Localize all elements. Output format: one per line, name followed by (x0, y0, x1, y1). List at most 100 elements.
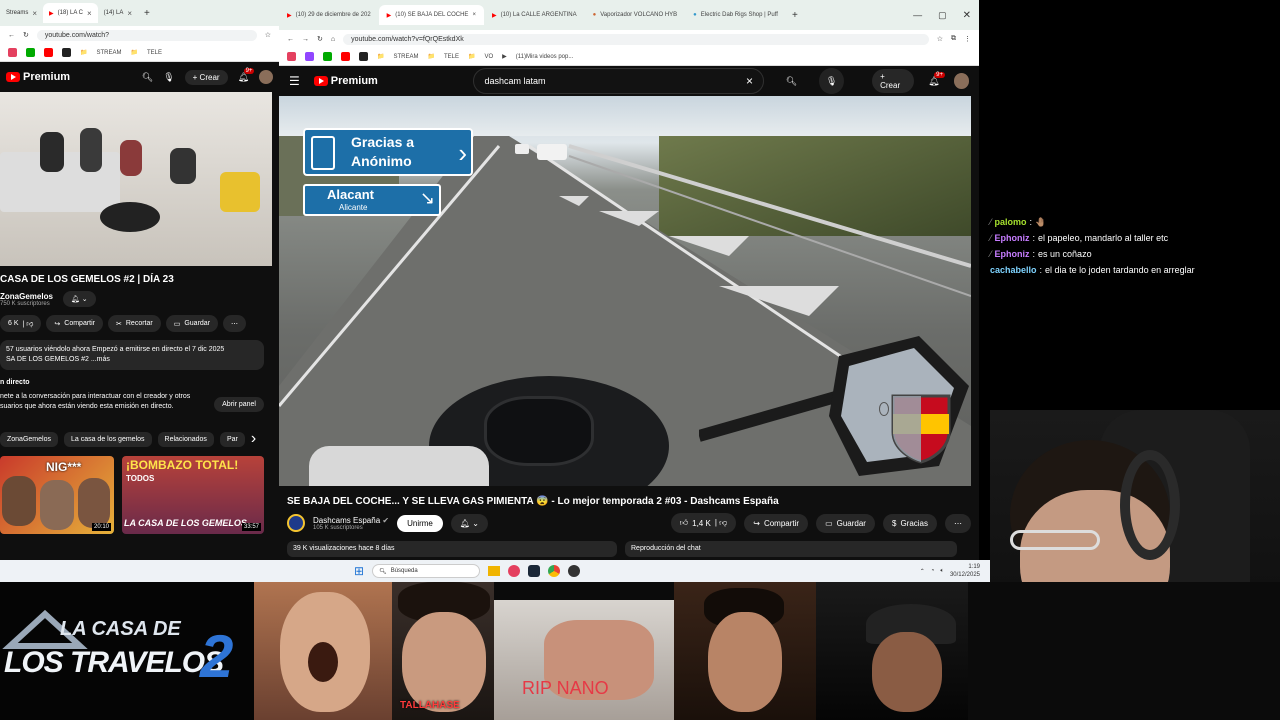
url-field[interactable]: youtube.com/watch? (36, 29, 257, 41)
file-explorer-icon[interactable] (488, 566, 501, 576)
obs-icon[interactable] (568, 565, 581, 577)
like-button[interactable]: 6 K | 👎︎ (0, 315, 42, 332)
more-icon[interactable]: ⋯ (945, 513, 971, 533)
bookmark-icon[interactable] (44, 48, 53, 57)
close-icon[interactable]: × (472, 12, 476, 18)
forward-icon[interactable]: → (302, 36, 309, 43)
search-icon[interactable]: 🔍︎ (142, 72, 153, 83)
back-icon[interactable]: ← (8, 32, 15, 39)
chevron-right-icon[interactable]: › (251, 430, 256, 448)
description-box[interactable]: 57 usuarios viéndolo ahora Empezó a emit… (0, 340, 264, 370)
channel-avatar[interactable] (287, 514, 305, 532)
home-icon[interactable]: ⌂ (331, 36, 335, 43)
network-icon[interactable]: ◔ (931, 568, 935, 574)
left-tab-1[interactable]: Streams × (0, 3, 43, 23)
bookmark-icon[interactable] (8, 48, 17, 57)
right-tab-2[interactable]: ▶ (10) SE BAJA DEL COCHE × (378, 5, 484, 25)
chip-casa-gemelos[interactable]: La casa de los gemelos (63, 431, 152, 447)
avatar[interactable] (259, 70, 273, 84)
chip-zonagemelos[interactable]: ZonaGemelos (0, 431, 58, 447)
bookmark-folder[interactable]: TELE (444, 54, 459, 60)
related-thumbnail-1[interactable]: NIG*** 20:10 (0, 456, 114, 534)
bookmark-icon[interactable] (305, 52, 314, 61)
close-icon[interactable]: × (32, 9, 37, 18)
taskbar-search[interactable]: 🔍︎ Búsqueda (372, 564, 481, 578)
clip-button[interactable]: ✂ Recortar (108, 315, 161, 332)
create-button[interactable]: + Crear (872, 69, 915, 93)
chat-replay-box[interactable]: Reproducción del chat (625, 541, 957, 557)
close-icon[interactable]: × (127, 9, 132, 18)
bell-icon[interactable]: 🔔︎ 9+ (928, 71, 945, 87)
youtube-logo[interactable]: Premium (6, 71, 70, 83)
bookmark-icon[interactable] (287, 52, 296, 61)
chat-username[interactable]: Ephoniz (995, 249, 1030, 259)
create-button[interactable]: + Crear (184, 69, 228, 85)
like-button[interactable]: 👍︎ 1,4 K | 👎︎ (670, 513, 737, 533)
bookmark-icon[interactable] (359, 52, 368, 61)
bookmark-folder[interactable]: TELE (147, 50, 162, 56)
chat-username[interactable]: palomo (995, 217, 1027, 227)
join-button[interactable]: Unirme (397, 514, 443, 532)
bookmark-icon[interactable] (341, 52, 350, 61)
star-icon[interactable]: ☆ (937, 35, 943, 43)
left-video-player[interactable] (0, 92, 272, 266)
youtube-logo[interactable]: Premium (313, 75, 378, 87)
reload-icon[interactable]: ↻ (317, 35, 323, 43)
bookmark-folder[interactable]: VO (484, 54, 493, 60)
back-icon[interactable]: ← (287, 36, 294, 43)
related-thumbnail-2[interactable]: ¡BOMBAZO TOTAL! TODOS LA CASA DE LOS GEM… (122, 456, 264, 534)
search-input[interactable]: dashcam latam × (473, 68, 764, 94)
new-tab-icon[interactable]: + (138, 8, 156, 19)
chip-relacionados[interactable]: Relacionados (157, 431, 214, 447)
channel-name[interactable]: Dashcams España ✔ (313, 516, 389, 525)
right-tab-5[interactable]: ● Electric Dab Rigs Shop | Puff (685, 5, 786, 25)
steam-icon[interactable] (528, 565, 541, 577)
more-icon[interactable]: ⋯ (223, 315, 247, 332)
share-button[interactable]: ↪ Compartir (744, 513, 809, 533)
right-tab-4[interactable]: ● Vaporizador VOLCANO HYB (585, 5, 686, 25)
share-button[interactable]: ↪ Compartir (46, 315, 103, 332)
hamburger-menu-icon[interactable]: ☰ (289, 74, 300, 88)
chat-username[interactable]: Ephoniz (995, 233, 1030, 243)
save-button[interactable]: ▭ Guardar (816, 513, 875, 533)
right-tab-1[interactable]: ▶ (10) 29 de diciembre de 202 (279, 5, 379, 25)
search-icon[interactable]: 🔍︎ (778, 68, 805, 94)
channel-name[interactable]: ZonaGemelos (0, 292, 53, 301)
chrome-icon[interactable] (548, 565, 561, 577)
bookmark-icon[interactable] (62, 48, 71, 57)
bookmark-folder[interactable]: STREAM (96, 50, 121, 56)
reload-icon[interactable]: ↻ (23, 31, 29, 39)
star-icon[interactable]: ☆ (265, 31, 271, 39)
mic-icon[interactable]: 🎙︎ (819, 68, 845, 94)
avatar[interactable] (953, 73, 969, 89)
subscribed-bell-button[interactable]: 🔔︎ ⌄ (450, 513, 488, 533)
left-tab-3[interactable]: (14) LA × (98, 3, 138, 23)
url-field[interactable]: youtube.com/watch?v=fQrQEstkdXk (343, 33, 929, 45)
windows-start-icon[interactable]: ⊞ (354, 564, 364, 578)
bookmark-icon[interactable] (26, 48, 35, 57)
volume-icon[interactable]: 🔈︎ (940, 568, 944, 575)
bookmark-folder[interactable]: STREAM (393, 54, 418, 60)
extensions-icon[interactable]: ⧉ (951, 35, 956, 43)
subscribed-bell-button[interactable]: 🔔︎ ⌄ (62, 291, 96, 307)
bell-icon[interactable]: 🔔︎ 9+ (238, 67, 255, 83)
right-tab-3[interactable]: ▶ (10) La CALLE ARGENTINA (484, 5, 585, 25)
close-icon[interactable]: × (87, 9, 92, 18)
clear-search-icon[interactable]: × (746, 74, 753, 88)
close-window-icon[interactable]: ✕ (955, 10, 979, 21)
app-icon[interactable] (508, 565, 521, 577)
tray-chevron-icon[interactable]: ⌃ (920, 568, 925, 575)
mic-icon[interactable]: 🎙︎ (163, 72, 174, 83)
new-tab-icon[interactable]: + (786, 10, 804, 21)
description-box[interactable]: 39 K visualizaciones hace 8 días (287, 541, 617, 557)
open-panel-button[interactable]: Abrir panel (214, 397, 264, 412)
clock[interactable]: 1:19 30/12/2025 (950, 563, 980, 579)
bookmark-link[interactable]: (11)Mira videos pop... (516, 54, 574, 60)
minimize-icon[interactable]: — (905, 10, 930, 20)
menu-icon[interactable]: ⋮ (964, 35, 971, 43)
main-video-player[interactable]: Gracias a Anónimo › Alacant Alicante ↘ (279, 96, 971, 486)
maximize-icon[interactable]: ▢ (930, 10, 955, 21)
bookmark-icon[interactable] (323, 52, 332, 61)
save-button[interactable]: ▭ Guardar (165, 315, 219, 332)
left-tab-2[interactable]: ▶ (18) LA C × (43, 3, 98, 23)
